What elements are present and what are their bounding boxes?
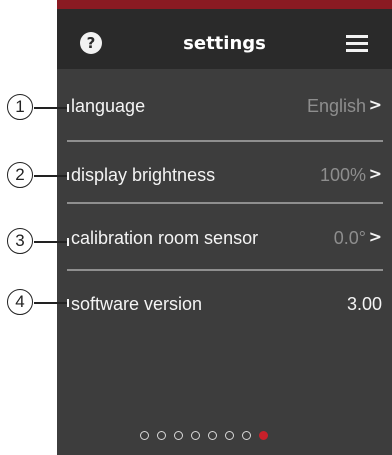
divider bbox=[67, 269, 383, 271]
chevron-right-icon: > bbox=[368, 95, 382, 114]
settings-item-label: language bbox=[71, 96, 146, 116]
settings-item-label: calibration room sensor bbox=[71, 228, 259, 248]
page-dot[interactable] bbox=[157, 431, 166, 440]
callout-leader-tick bbox=[67, 299, 69, 307]
callout-leader-tick bbox=[67, 238, 69, 246]
divider bbox=[67, 202, 383, 204]
callout-leader-tick bbox=[67, 172, 69, 180]
top-accent-strip bbox=[57, 0, 392, 9]
header-bar: ? settings bbox=[57, 9, 392, 69]
software-version-value: 3.00 bbox=[346, 294, 382, 314]
settings-item-label: software version bbox=[71, 294, 203, 314]
settings-screen-figure: ? settings language English > display br… bbox=[0, 0, 392, 455]
page-indicator bbox=[140, 431, 268, 443]
callout-leader-line bbox=[34, 241, 68, 243]
chevron-right-icon: > bbox=[368, 164, 382, 183]
settings-item-calibration-room-sensor[interactable]: calibration room sensor 0.0° > bbox=[57, 213, 392, 263]
callout-leader-line bbox=[34, 302, 68, 304]
callout-marker: 4 bbox=[7, 289, 33, 315]
callout-leader-tick bbox=[67, 104, 69, 112]
help-icon[interactable]: ? bbox=[80, 32, 102, 54]
page-dot[interactable] bbox=[242, 431, 251, 440]
callout-leader-line bbox=[34, 175, 68, 177]
divider bbox=[67, 140, 383, 142]
page-title: settings bbox=[183, 33, 266, 54]
menu-icon-bar bbox=[346, 35, 368, 38]
menu-icon[interactable] bbox=[346, 35, 368, 53]
callout-marker: 2 bbox=[7, 162, 33, 188]
settings-item-display-brightness[interactable]: display brightness 100% > bbox=[57, 150, 392, 200]
settings-item-label: display brightness bbox=[71, 165, 216, 185]
page-dot-active[interactable] bbox=[259, 431, 268, 440]
page-dot[interactable] bbox=[225, 431, 234, 440]
callout-marker: 1 bbox=[7, 94, 33, 120]
page-dot[interactable] bbox=[174, 431, 183, 440]
callout-leader-line bbox=[34, 107, 68, 109]
menu-icon-bar bbox=[346, 49, 368, 52]
device-screen: ? settings language English > display br… bbox=[57, 0, 392, 455]
menu-icon-bar bbox=[346, 42, 368, 45]
settings-item-value: 100% bbox=[319, 165, 366, 185]
page-dot[interactable] bbox=[140, 431, 149, 440]
page-dot[interactable] bbox=[208, 431, 217, 440]
callout-marker: 3 bbox=[7, 228, 33, 254]
settings-item-value: 0.0° bbox=[333, 228, 366, 248]
settings-item-software-version: software version 3.00 bbox=[57, 279, 392, 329]
page-dot[interactable] bbox=[191, 431, 200, 440]
settings-item-language[interactable]: language English > bbox=[57, 81, 392, 131]
settings-item-value: English bbox=[306, 96, 366, 116]
chevron-right-icon: > bbox=[368, 227, 382, 246]
